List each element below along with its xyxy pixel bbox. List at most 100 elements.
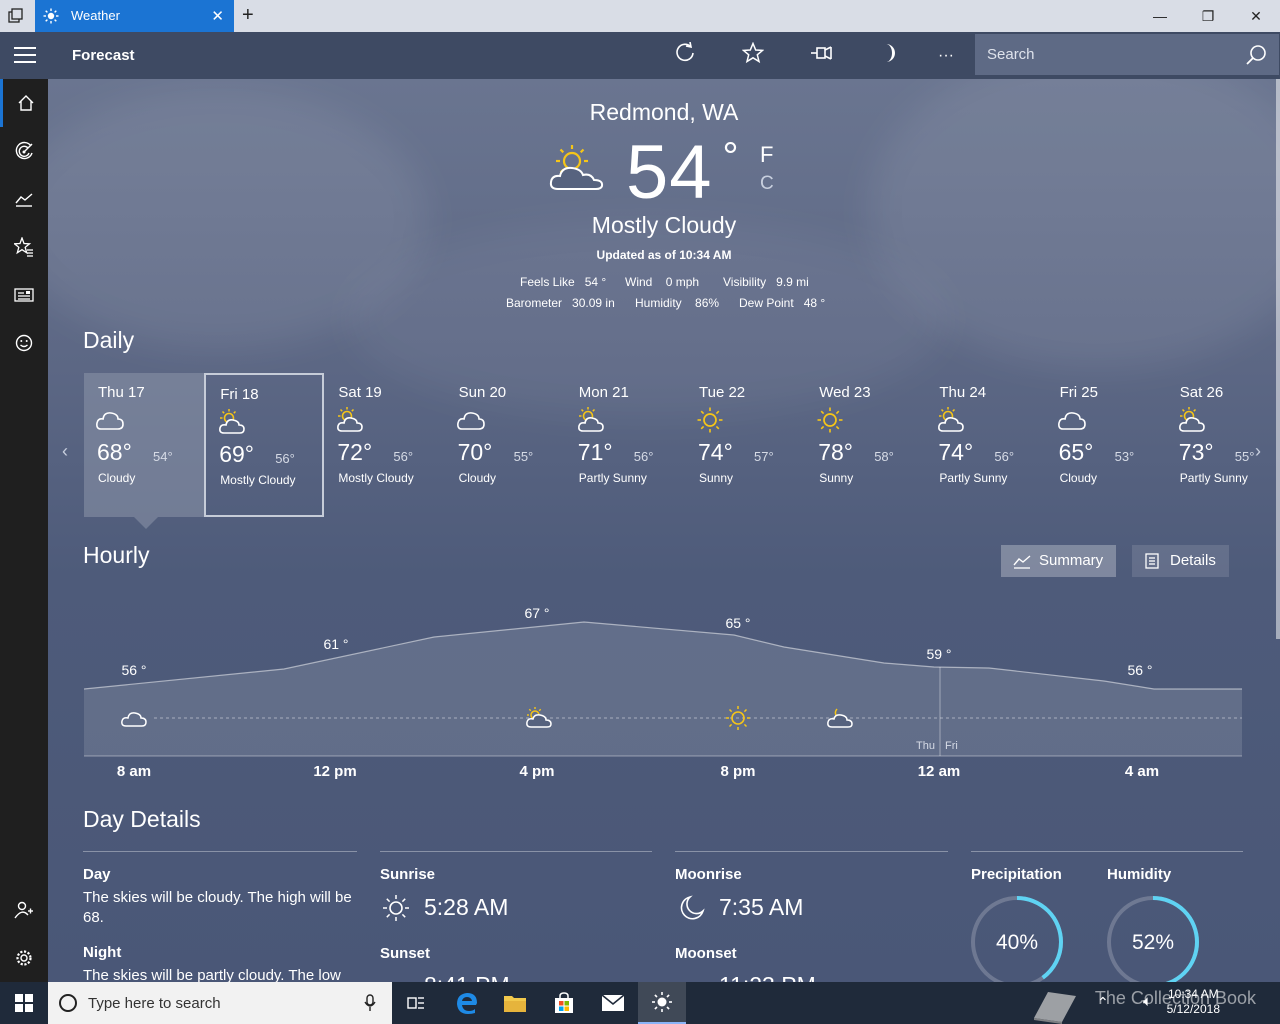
daily-day-name: Thu 17 bbox=[98, 384, 145, 401]
daily-card[interactable]: Mon 21 71° 56° Partly Sunny bbox=[565, 373, 685, 517]
favorites-list-icon bbox=[14, 237, 33, 257]
search-icon[interactable] bbox=[1245, 44, 1267, 66]
night-summary-text: The skies will be partly cloudy. The low bbox=[83, 967, 341, 982]
daily-card[interactable]: Sat 26 73° 55° Partly Sunny bbox=[1166, 373, 1280, 517]
favorite-button[interactable] bbox=[739, 41, 767, 70]
summary-toggle-button[interactable]: Summary bbox=[1001, 545, 1116, 577]
daily-low-temp: 55° bbox=[1234, 449, 1255, 464]
tray-chevron-icon[interactable]: ⌃ bbox=[1097, 994, 1109, 1011]
edge-button[interactable] bbox=[443, 982, 491, 1024]
location-name: Redmond, WA bbox=[589, 99, 739, 125]
tab-close-icon[interactable]: ✕ bbox=[211, 7, 224, 25]
task-view-button[interactable] bbox=[392, 982, 440, 1024]
sidebar-item-settings[interactable] bbox=[0, 934, 48, 982]
hourly-heading: Hourly bbox=[83, 542, 150, 568]
add-user-icon bbox=[14, 901, 33, 919]
daily-condition: Mostly Cloudy bbox=[338, 471, 414, 485]
taskbar-search-input[interactable] bbox=[88, 982, 368, 1024]
pin-button[interactable] bbox=[808, 42, 836, 70]
page-scrollbar[interactable] bbox=[1276, 79, 1280, 639]
hourly-time-label: 12 am bbox=[918, 763, 961, 780]
sidebar-item-forecast[interactable] bbox=[0, 79, 48, 127]
clock-time: 10:34 AM bbox=[1167, 987, 1219, 1001]
daily-day-name: Sun 20 bbox=[458, 384, 507, 401]
hourly-temp-label: 59 ° bbox=[926, 646, 951, 662]
stat-barometer: Barometer 30.09 in bbox=[506, 296, 615, 310]
more-button[interactable]: ··· bbox=[932, 42, 960, 70]
sidebar-item-places[interactable] bbox=[0, 223, 48, 271]
daily-low-temp: 53° bbox=[1114, 449, 1135, 464]
mail-button[interactable] bbox=[589, 982, 637, 1024]
page-title: Forecast bbox=[72, 47, 135, 64]
sunrise-label: Sunrise bbox=[380, 866, 436, 883]
hourly-temp-label: 65 ° bbox=[725, 615, 750, 631]
hourly-temperature-area bbox=[84, 622, 1242, 756]
moonrise-time: 7:35 AM bbox=[719, 894, 804, 920]
maximize-button[interactable]: ❐ bbox=[1184, 0, 1232, 32]
unit-fahrenheit-toggle[interactable]: F bbox=[760, 142, 773, 168]
unit-celsius-toggle[interactable]: C bbox=[760, 173, 774, 195]
moon-icon bbox=[886, 44, 895, 62]
start-button[interactable] bbox=[0, 982, 48, 1024]
daily-high-temp: 72° bbox=[337, 439, 373, 465]
daily-card[interactable]: Thu 17 68° 54° Cloudy bbox=[84, 373, 204, 517]
hourly-temp-label: 67 ° bbox=[524, 605, 549, 621]
precipitation-label: Precipitation bbox=[971, 866, 1062, 883]
daily-card[interactable]: Thu 24 74° 56° Partly Sunny bbox=[925, 373, 1045, 517]
daily-card[interactable]: Tue 22 74° 57° Sunny bbox=[685, 373, 805, 517]
daily-high-temp: 70° bbox=[457, 439, 493, 465]
selected-day-indicator bbox=[134, 517, 158, 529]
daily-card[interactable]: Fri 18 69° 56° Mostly Cloudy bbox=[204, 373, 325, 517]
taskbar-search-box[interactable] bbox=[48, 982, 392, 1024]
sun-icon bbox=[697, 407, 723, 433]
partly-sunny-icon bbox=[1178, 407, 1205, 432]
daily-low-temp: 57° bbox=[754, 449, 774, 464]
weather-taskbar-button[interactable] bbox=[638, 982, 686, 1024]
close-window-button[interactable]: ✕ bbox=[1232, 0, 1280, 32]
task-view-icon bbox=[407, 997, 424, 1009]
details-label: Details bbox=[1170, 552, 1216, 569]
daily-condition: Mostly Cloudy bbox=[220, 473, 296, 487]
partly-sunny-icon bbox=[549, 145, 604, 190]
dark-mode-button[interactable] bbox=[875, 42, 903, 70]
day-split-label-thu: Thu bbox=[916, 740, 935, 752]
sidebar-item-historical[interactable] bbox=[0, 175, 48, 223]
daily-condition: Partly Sunny bbox=[1179, 471, 1248, 485]
tab-weather[interactable]: Weather ✕ bbox=[35, 0, 234, 32]
sunset-time: 8:41 PM bbox=[424, 972, 510, 982]
daily-card[interactable]: Wed 23 78° 58° Sunny bbox=[805, 373, 925, 517]
stat-dew-point: Dew Point 48 ° bbox=[739, 296, 826, 310]
search-box[interactable] bbox=[975, 34, 1279, 75]
news-icon bbox=[14, 288, 34, 302]
details-toggle-button[interactable]: Details bbox=[1132, 545, 1229, 577]
hamburger-menu-icon[interactable] bbox=[14, 47, 36, 63]
moonrise-icon bbox=[680, 895, 705, 920]
daily-low-temp: 56° bbox=[275, 451, 295, 466]
line-chart-icon bbox=[1013, 555, 1031, 569]
system-clock[interactable]: 10:34 AM 5/12/2018 bbox=[1167, 987, 1220, 1017]
new-tab-button[interactable]: + bbox=[242, 4, 254, 27]
daily-card[interactable]: Sun 20 70° 55° Cloudy bbox=[445, 373, 565, 517]
scroll-left-icon[interactable]: ‹ bbox=[62, 441, 68, 462]
microphone-icon[interactable] bbox=[364, 994, 376, 1012]
star-icon bbox=[741, 41, 765, 64]
store-button[interactable] bbox=[540, 982, 588, 1024]
file-explorer-button[interactable] bbox=[491, 982, 539, 1024]
store-icon bbox=[555, 992, 573, 1013]
sidebar-item-feedback[interactable] bbox=[0, 319, 48, 367]
sidebar-item-news[interactable] bbox=[0, 271, 48, 319]
minimize-button[interactable]: — bbox=[1136, 0, 1184, 32]
daily-high-temp: 68° bbox=[97, 439, 132, 465]
daily-card[interactable]: Fri 25 65° 53° Cloudy bbox=[1046, 373, 1166, 517]
sidebar-item-account[interactable] bbox=[0, 886, 48, 934]
summary-label: Summary bbox=[1039, 552, 1104, 569]
daily-card[interactable]: Sat 19 72° 56° Mostly Cloudy bbox=[324, 373, 444, 517]
sunrise-time: 5:28 AM bbox=[424, 894, 509, 920]
task-view-icon[interactable] bbox=[8, 8, 24, 24]
sidebar-item-maps[interactable] bbox=[0, 127, 48, 175]
hourly-time-label: 12 pm bbox=[313, 763, 356, 780]
refresh-button[interactable] bbox=[671, 41, 699, 70]
search-input[interactable] bbox=[975, 34, 1235, 75]
divider bbox=[971, 851, 1243, 852]
volume-icon[interactable]: 🔈︎ bbox=[1143, 993, 1152, 1010]
